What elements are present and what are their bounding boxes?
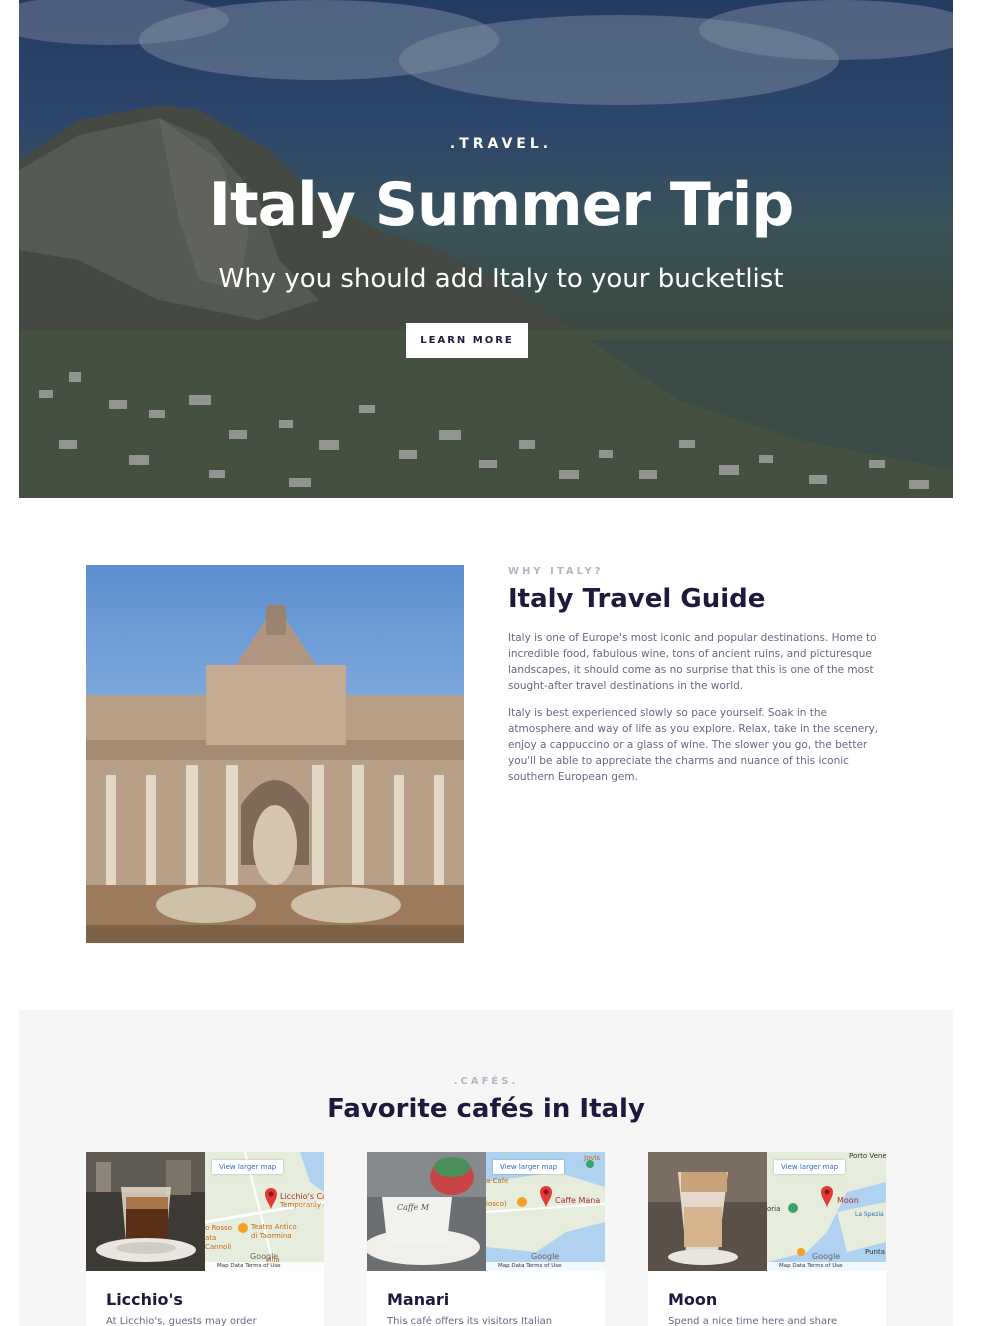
cafe-map[interactable]: View larger map Moon Porto Venere oria L… bbox=[767, 1152, 886, 1271]
cafe-card: Caffe M View larger map Caffe Mana a Caf… bbox=[367, 1152, 605, 1326]
view-larger-map-link[interactable]: View larger map bbox=[493, 1160, 565, 1174]
cafe-card: View larger map Licchio's Co Temporarily… bbox=[86, 1152, 324, 1326]
guide-eyebrow: WHY ITALY? bbox=[508, 566, 604, 577]
guide-title: Italy Travel Guide bbox=[508, 584, 766, 614]
map-poi-label: Jovis bbox=[584, 1154, 601, 1162]
cafe-map[interactable]: View larger map Caffe Mana a Cafe iosco)… bbox=[486, 1152, 605, 1271]
cafe-photo bbox=[648, 1152, 767, 1271]
hero-subtitle: Why you should add Italy to your bucketl… bbox=[218, 264, 784, 294]
google-logo: Google bbox=[812, 1252, 841, 1261]
view-larger-map-link[interactable]: View larger map bbox=[774, 1160, 846, 1174]
hero-eyebrow: .TRAVEL. bbox=[449, 136, 553, 152]
map-place-label: Licchio's Co bbox=[280, 1192, 324, 1201]
google-logo: Google bbox=[531, 1252, 560, 1261]
cafe-card: View larger map Moon Porto Venere oria L… bbox=[648, 1152, 886, 1326]
svg-text:Caffe M: Caffe M bbox=[397, 1203, 430, 1212]
google-logo: Google bbox=[250, 1252, 279, 1261]
cafe-description: This café offers its visitors Italian bbox=[387, 1316, 553, 1326]
cafe-name: Licchio's bbox=[106, 1290, 183, 1309]
cafe-photo bbox=[86, 1152, 205, 1271]
cafe-map[interactable]: View larger map Licchio's Co Temporarily… bbox=[205, 1152, 324, 1271]
map-poi-label: La Spezia bbox=[855, 1211, 884, 1218]
map-poi-label: oria bbox=[767, 1205, 781, 1213]
cafe-description: At Licchio's, guests may order bbox=[106, 1316, 257, 1326]
cafes-eyebrow: .CAFÉS. bbox=[453, 1076, 519, 1087]
map-poi-label: o Rosso bbox=[205, 1224, 232, 1232]
cafe-name: Manari bbox=[387, 1290, 450, 1309]
cafes-title: Favorite cafés in Italy bbox=[327, 1094, 645, 1124]
map-place-label: Moon bbox=[837, 1196, 859, 1205]
map-place-note: Temporarily cl bbox=[280, 1201, 324, 1209]
hero-section bbox=[19, 0, 953, 498]
map-poi-label: Porto Venere bbox=[849, 1152, 886, 1160]
trevi-fountain-image bbox=[86, 565, 464, 943]
map-footer: Map Data Terms of Use bbox=[205, 1262, 324, 1271]
cafe-photo: Caffe M bbox=[367, 1152, 486, 1271]
map-poi-label: ata bbox=[205, 1234, 217, 1242]
map-poi-label: Punta bbox=[865, 1248, 886, 1256]
map-poi-label: a Cafe bbox=[486, 1177, 509, 1185]
view-larger-map-link[interactable]: View larger map bbox=[212, 1160, 284, 1174]
hero-overlay bbox=[19, 0, 953, 498]
learn-more-button[interactable]: LEARN MORE bbox=[406, 323, 528, 358]
cafe-description: Spend a nice time here and share bbox=[668, 1316, 838, 1326]
map-poi-label: Teatro Antico bbox=[251, 1223, 297, 1231]
map-poi-label: di Taormina bbox=[251, 1232, 292, 1240]
hero-title: Italy Summer Trip bbox=[208, 170, 795, 240]
map-place-label: Caffe Mana bbox=[555, 1196, 601, 1205]
trevi-fountain-illustration bbox=[86, 605, 464, 943]
map-poi-label: Cannoli bbox=[205, 1243, 232, 1251]
map-poi-label: iosco) bbox=[486, 1200, 507, 1208]
guide-paragraph: Italy is one of Europe's most iconic and… bbox=[508, 632, 877, 692]
map-footer: Map Data Terms of Use bbox=[767, 1262, 886, 1271]
map-footer: Map Data Terms of Use bbox=[486, 1262, 605, 1271]
cafe-name: Moon bbox=[668, 1290, 718, 1309]
guide-paragraph: Italy is best experienced slowly so pace… bbox=[508, 707, 879, 783]
